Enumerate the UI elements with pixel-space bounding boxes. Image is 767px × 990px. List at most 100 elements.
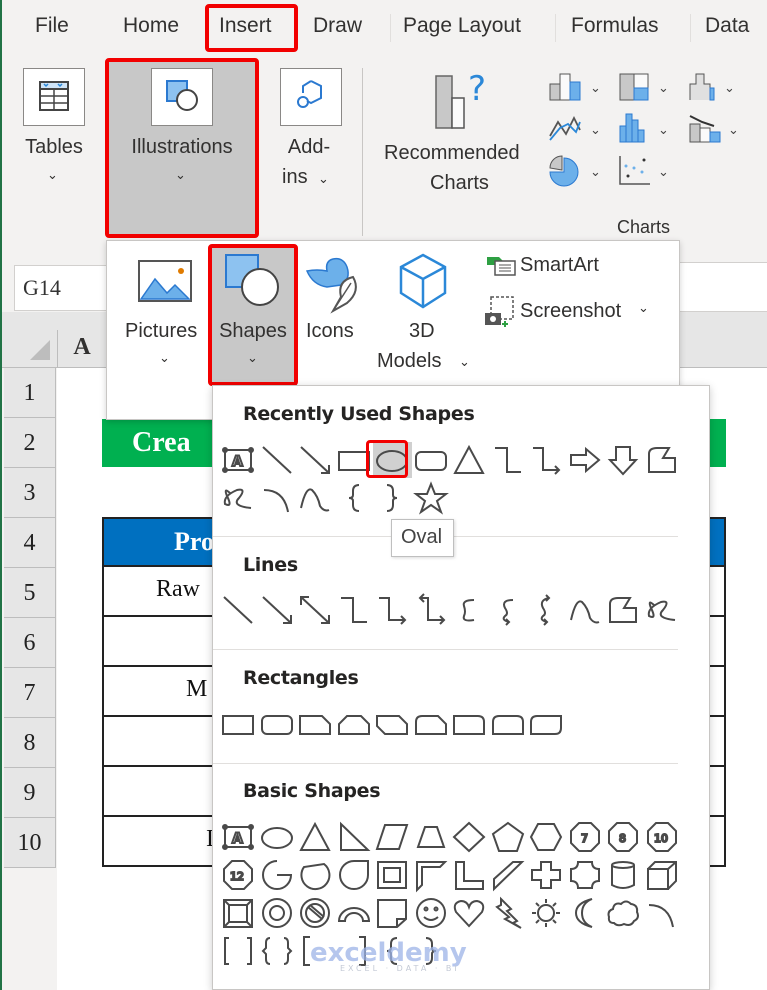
shape-connector-curved-arrow[interactable] (489, 592, 528, 628)
chevron-down-icon[interactable]: ⌄ (318, 172, 329, 187)
chevron-down-icon[interactable]: ⌄ (159, 351, 170, 366)
shape-diagonal-stripe[interactable] (489, 857, 528, 893)
tab-home[interactable]: Home (123, 14, 179, 38)
shape-sun[interactable] (527, 895, 566, 931)
shape-donut[interactable] (258, 895, 297, 931)
shape-pentagon[interactable] (489, 819, 528, 855)
shape-cross[interactable] (527, 857, 566, 893)
shape-line[interactable] (258, 442, 297, 478)
shape-arrow-right[interactable] (566, 442, 605, 478)
shape-line[interactable] (219, 592, 258, 628)
shape-rectangle-top-corners-snipped[interactable] (335, 706, 374, 742)
row-header[interactable]: 2 (4, 418, 56, 468)
tab-file[interactable]: File (35, 14, 69, 38)
row-header[interactable]: 10 (4, 818, 56, 868)
row-header[interactable]: 4 (4, 518, 56, 568)
shape-text-box[interactable]: A (219, 819, 258, 855)
shape-line-arrow[interactable] (258, 592, 297, 628)
shape-connector-elbow[interactable] (335, 592, 374, 628)
tab-page-layout[interactable]: Page Layout (403, 14, 521, 38)
tab-draw[interactable]: Draw (313, 14, 362, 38)
smartart-label[interactable]: SmartArt (520, 250, 599, 280)
shape-rectangle-single-corner-rounded[interactable] (450, 706, 489, 742)
shape-moon[interactable] (566, 895, 605, 931)
shape-line-arrow-double[interactable] (296, 592, 335, 628)
shape-partial-circle[interactable] (258, 857, 297, 893)
shape-freeform-shape[interactable] (604, 592, 643, 628)
shape-arrow-down[interactable] (604, 442, 643, 478)
shape-isosceles-triangle[interactable] (450, 442, 489, 478)
recommended-charts-icon[interactable]: ? (430, 68, 500, 138)
shape-rectangle[interactable] (219, 706, 258, 742)
shape-connector-elbow-arrow[interactable] (373, 592, 412, 628)
row-header[interactable]: 8 (4, 718, 56, 768)
shape-connector-curved[interactable] (450, 592, 489, 628)
shape-cylinder[interactable] (604, 857, 643, 893)
shape-freeform-shape[interactable] (643, 442, 682, 478)
shape-double-brace[interactable] (258, 933, 297, 969)
shape-connector-elbow[interactable] (489, 442, 528, 478)
3d-models-label-2[interactable]: Models (377, 346, 441, 376)
tables-button-icon[interactable] (23, 68, 85, 126)
recommended-charts-label[interactable]: Recommended (384, 138, 520, 168)
addins-label[interactable]: Add- (276, 132, 342, 162)
icons-label[interactable]: Icons (306, 316, 354, 346)
shape-heptagon[interactable]: 7 (566, 819, 605, 855)
row-header[interactable]: 5 (4, 568, 56, 618)
shape-arc[interactable] (258, 480, 297, 516)
shape-right-triangle[interactable] (335, 819, 374, 855)
tables-label[interactable]: Tables (22, 132, 86, 162)
row-header[interactable]: 7 (4, 668, 56, 718)
shape-octagon[interactable]: 8 (604, 819, 643, 855)
shape-heart[interactable] (450, 895, 489, 931)
shape-rectangle-rounded-corners[interactable] (412, 442, 451, 478)
shape-star-5-points[interactable] (412, 480, 451, 516)
shape-rectangle-diagonal-corners-snipped[interactable] (373, 706, 412, 742)
shape-isosceles-triangle[interactable] (296, 819, 335, 855)
shape-hexagon[interactable] (527, 819, 566, 855)
tab-formulas[interactable]: Formulas (571, 14, 659, 38)
shape-l-shape[interactable] (450, 857, 489, 893)
shape-smiley-face[interactable] (412, 895, 451, 931)
shape-frame[interactable] (373, 857, 412, 893)
column-header-a[interactable]: A (57, 330, 107, 368)
shape-freeform-scribble[interactable] (643, 592, 682, 628)
shape-dodecagon[interactable]: 12 (219, 857, 258, 893)
addins-button-icon[interactable] (280, 68, 342, 126)
row-header[interactable]: 6 (4, 618, 56, 668)
shape-teardrop[interactable] (335, 857, 374, 893)
shape-diamond[interactable] (450, 819, 489, 855)
shape-lightning-bolt[interactable] (489, 895, 528, 931)
shape-arc[interactable] (643, 895, 682, 931)
shape-cloud[interactable] (604, 895, 643, 931)
shape-rectangle-single-corner-snipped[interactable] (296, 706, 335, 742)
row-header[interactable]: 3 (4, 468, 56, 518)
shape-left-brace[interactable] (335, 480, 374, 516)
shape-cube[interactable] (643, 857, 682, 893)
shape-right-brace[interactable] (373, 480, 412, 516)
shape-block-arc[interactable] (335, 895, 374, 931)
recommended-charts-label-2[interactable]: Charts (430, 168, 489, 198)
shape-decagon[interactable]: 10 (643, 819, 682, 855)
name-box[interactable]: G14 (14, 265, 110, 311)
shape-curve[interactable] (296, 480, 335, 516)
addins-label-2[interactable]: ins (282, 162, 308, 192)
shape-no-symbol[interactable] (296, 895, 335, 931)
shape-oval[interactable] (258, 819, 297, 855)
shape-double-bracket[interactable] (219, 933, 258, 969)
shape-rectangle-rounded-corners[interactable] (258, 706, 297, 742)
shape-folded-corner[interactable] (373, 895, 412, 931)
shape-curve[interactable] (566, 592, 605, 628)
shape-plaque[interactable] (566, 857, 605, 893)
chevron-down-icon[interactable]: ⌄ (459, 355, 470, 370)
chevron-down-icon[interactable]: ⌄ (638, 301, 649, 316)
shape-chord[interactable] (296, 857, 335, 893)
shape-freeform-scribble[interactable] (219, 480, 258, 516)
shape-rectangle-top-corners-rounded[interactable] (489, 706, 528, 742)
shape-half-frame[interactable] (412, 857, 451, 893)
3d-models-label[interactable]: 3D (409, 316, 435, 346)
shape-bevel[interactable] (219, 895, 258, 931)
pictures-label[interactable]: Pictures (125, 316, 197, 346)
shape-connector-curved-double-arrow[interactable] (527, 592, 566, 628)
shape-connector-elbow-double-arrow[interactable] (412, 592, 451, 628)
